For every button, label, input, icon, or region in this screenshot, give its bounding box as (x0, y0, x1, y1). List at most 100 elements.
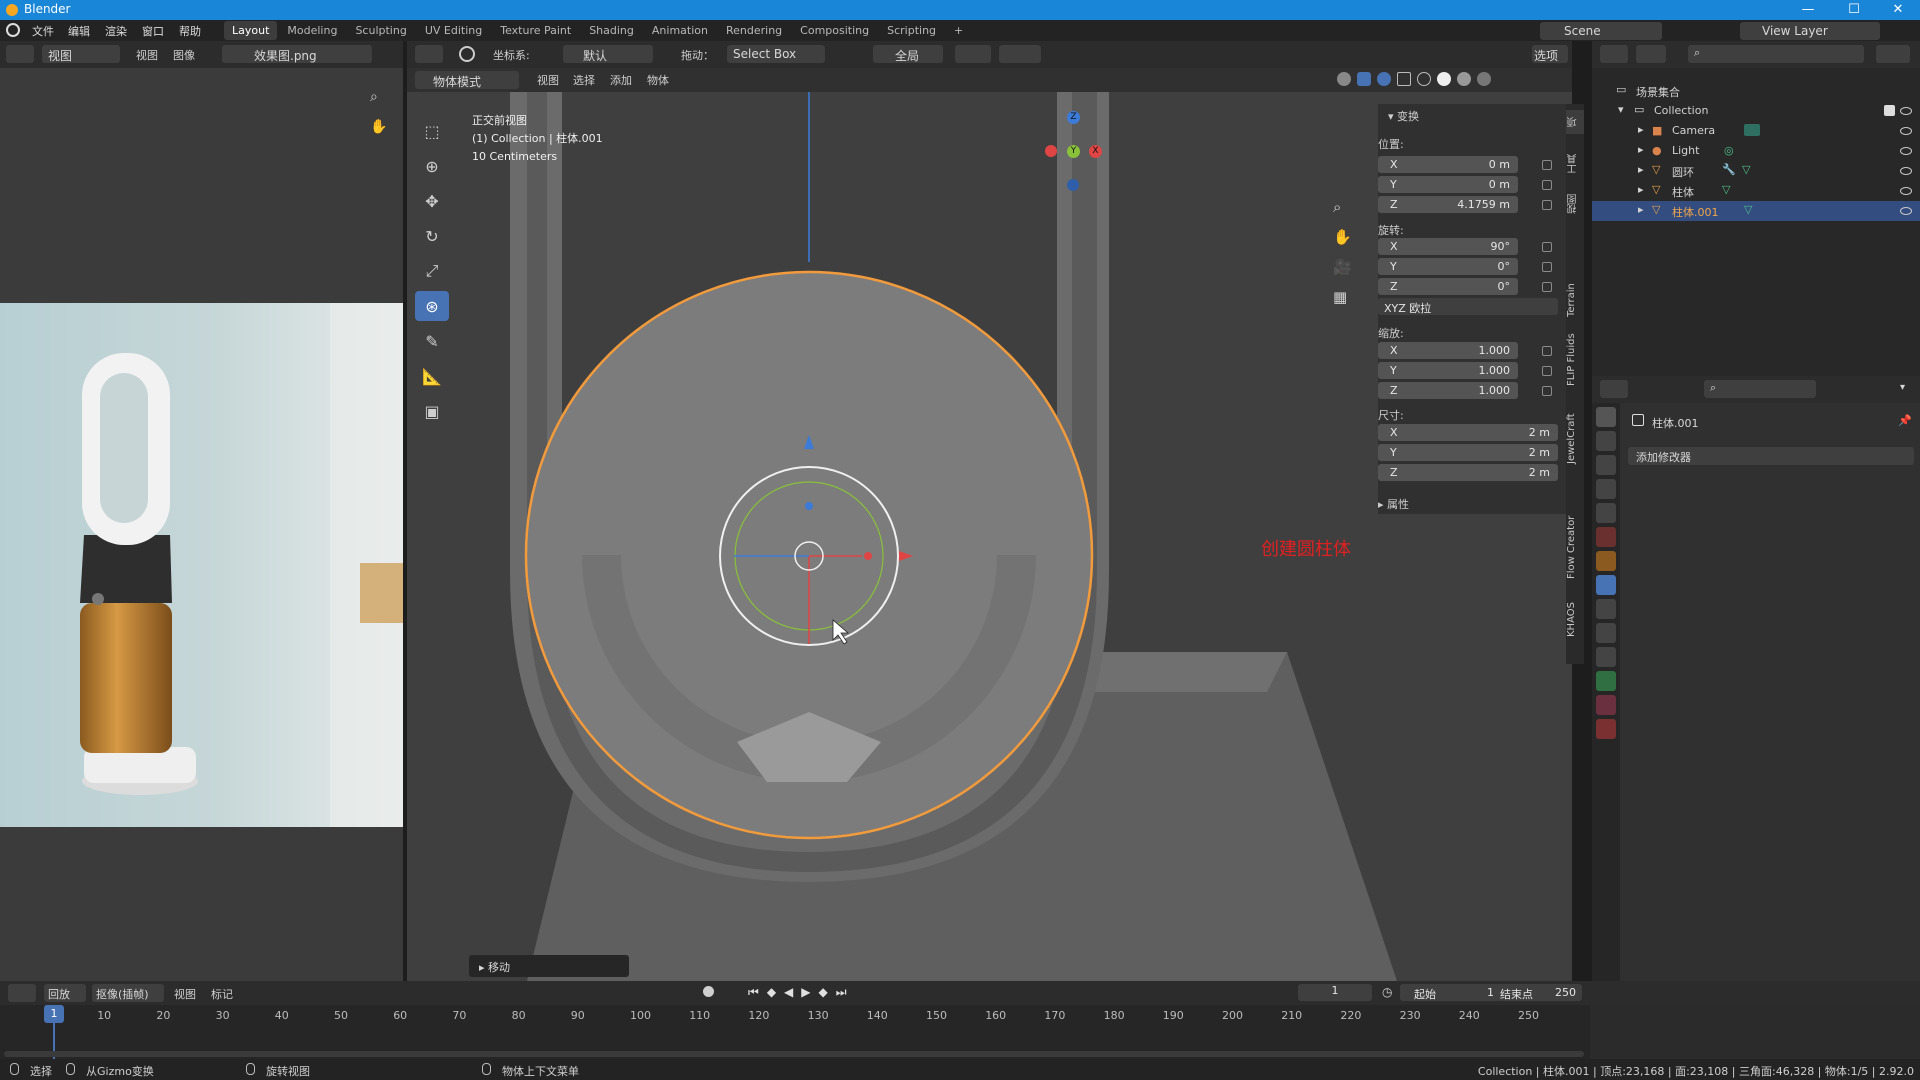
scale-y-field[interactable]: Y 1.000 (1378, 362, 1518, 379)
keying-menu[interactable]: 抠像(插帧) (92, 984, 164, 1002)
rotation-y-field[interactable]: Y 0° (1378, 258, 1518, 275)
tab-texture-paint[interactable]: Texture Paint (492, 21, 579, 40)
minimize-button[interactable]: — (1786, 0, 1830, 20)
outliner-item-light[interactable]: ▸ ● Light ◎ (1592, 141, 1920, 161)
menu-edit[interactable]: 编辑 (68, 23, 90, 39)
menu-help[interactable]: 帮助 (179, 23, 201, 39)
tab-uv-editing[interactable]: UV Editing (417, 21, 490, 40)
menu-marker[interactable]: 标记 (211, 986, 233, 1002)
scale-tool-icon[interactable]: ⤢ (415, 256, 449, 286)
output-tab-icon[interactable] (1596, 455, 1616, 475)
editor-type-menu[interactable] (1600, 45, 1628, 63)
texture-tab-icon[interactable] (1596, 719, 1616, 739)
tab-sculpting[interactable]: Sculpting (347, 21, 414, 40)
lock-icon[interactable] (1542, 366, 1552, 376)
xray-icon[interactable] (1397, 72, 1411, 86)
physics-tab-icon[interactable] (1596, 623, 1616, 643)
eye-icon[interactable] (1900, 207, 1912, 215)
editor-type-menu[interactable] (6, 45, 34, 63)
ortho-grid-icon[interactable]: ▦ (1333, 288, 1355, 306)
transform-section-header[interactable]: ▾ 变换 (1388, 108, 1419, 124)
world-tab-icon[interactable] (1596, 527, 1616, 547)
pan-hand-icon[interactable]: ✋ (370, 119, 390, 139)
outliner-item-cylinder-001[interactable]: ▸ ▽ 柱体.001 ▽ (1592, 201, 1920, 221)
properties-search-field[interactable]: ⌕ (1704, 380, 1816, 398)
gizmo-toggle-icon[interactable] (1357, 72, 1371, 86)
object-tab-icon[interactable] (1596, 551, 1616, 571)
jump-end-icon[interactable]: ⏭ (836, 985, 847, 1000)
zoom-icon[interactable]: ⌕ (1333, 198, 1355, 216)
sidebar-tab-terrain[interactable]: Terrain (1566, 280, 1584, 320)
filter-menu[interactable] (1876, 45, 1910, 63)
location-z-field[interactable]: Z 4.1759 m (1378, 196, 1518, 213)
eye-icon[interactable] (1900, 187, 1912, 195)
dimension-y-field[interactable]: Y 2 m (1378, 444, 1558, 461)
close-button[interactable]: ✕ (1876, 0, 1920, 20)
menu-image[interactable]: 图像 (173, 47, 195, 63)
eye-icon[interactable] (1900, 107, 1912, 115)
location-y-field[interactable]: Y 0 m (1378, 176, 1518, 193)
rotation-mode-dropdown[interactable]: XYZ 欧拉 (1378, 298, 1558, 315)
neg-x-axis-icon[interactable] (1045, 145, 1057, 157)
display-mode-menu[interactable] (1636, 45, 1666, 63)
timeline-scrollbar[interactable] (4, 1051, 1584, 1057)
modifier-tab-icon[interactable] (1596, 575, 1616, 595)
dimension-x-field[interactable]: X 2 m (1378, 424, 1558, 441)
dimension-z-field[interactable]: Z 2 m (1378, 464, 1558, 481)
record-icon[interactable] (703, 986, 714, 997)
menu-view[interactable]: 视图 (174, 986, 196, 1002)
chevron-down-icon[interactable]: ▾ (1618, 103, 1624, 116)
particles-tab-icon[interactable] (1596, 599, 1616, 619)
pin-icon[interactable]: 📌 (1898, 414, 1912, 427)
z-axis-icon[interactable]: Z (1067, 111, 1080, 124)
tab-shading[interactable]: Shading (581, 21, 642, 40)
lock-icon[interactable] (1542, 160, 1552, 170)
next-keyframe-icon[interactable]: ◆ (819, 985, 828, 1000)
cursor-tool-icon[interactable]: ⊕ (415, 151, 449, 181)
prev-keyframe-icon[interactable]: ◆ (767, 985, 776, 1000)
view-layer-selector[interactable]: View Layer (1740, 22, 1880, 40)
editor-type-menu[interactable] (415, 45, 443, 63)
current-frame-field[interactable]: 1 (1298, 984, 1372, 1001)
material-tab-icon[interactable] (1596, 695, 1616, 715)
render-tab-icon[interactable] (1596, 431, 1616, 451)
sidebar-tab-flow-creator[interactable]: Flow Creator (1566, 512, 1584, 582)
transform-tool-icon[interactable]: ⊛ (415, 291, 449, 321)
pan-hand-icon[interactable]: ✋ (1333, 228, 1355, 246)
chevron-right-icon[interactable]: ▸ (1638, 203, 1644, 216)
annotate-tool-icon[interactable]: ✎ (415, 326, 449, 356)
menu-add[interactable]: 添加 (610, 72, 632, 88)
outliner-root-row[interactable]: ▭ 场景集合 (1592, 81, 1920, 101)
pivot-dropdown[interactable]: 全局 (873, 45, 943, 63)
menu-render[interactable]: 渲染 (105, 23, 127, 39)
last-operator-panel[interactable]: ▸ 移动 (469, 955, 629, 977)
collection-row[interactable]: ▾ ▭ Collection (1592, 101, 1920, 121)
play-reverse-icon[interactable]: ◀ (784, 985, 793, 1000)
data-tab-icon[interactable] (1596, 671, 1616, 691)
rotate-tool-icon[interactable]: ↻ (415, 221, 449, 251)
menu-file[interactable]: 文件 (32, 23, 54, 39)
clock-icon[interactable]: ◷ (1382, 985, 1392, 999)
end-frame-field[interactable]: 结束点 250 (1496, 984, 1582, 1001)
sidebar-tab-khaos[interactable]: KHAOS (1566, 598, 1584, 642)
sidebar-tab-jewelcraft[interactable]: JewelCraft (1566, 410, 1584, 468)
scale-z-field[interactable]: Z 1.000 (1378, 382, 1518, 399)
tab-layout[interactable]: Layout (224, 21, 278, 40)
options-dropdown[interactable]: 选项 (1532, 45, 1568, 63)
menu-select[interactable]: 选择 (573, 72, 595, 88)
jump-start-icon[interactable]: ⏮ (748, 985, 759, 1000)
sidebar-tab-flip-fluids[interactable]: FLIP Fluids (1566, 330, 1584, 390)
view-mode-dropdown[interactable]: 视图 (42, 45, 120, 63)
move-tool-icon[interactable]: ✥ (415, 186, 449, 216)
chevron-down-icon[interactable]: ▾ (1900, 382, 1905, 393)
snap-menu[interactable] (955, 45, 991, 63)
sidebar-tab-view[interactable]: 视图 (1566, 192, 1584, 216)
eye-icon[interactable] (1900, 167, 1912, 175)
scale-x-field[interactable]: X 1.000 (1378, 342, 1518, 359)
properties-section-header[interactable]: ▸ 属性 (1378, 496, 1409, 512)
lock-icon[interactable] (1542, 242, 1552, 252)
view-layer-tab-icon[interactable] (1596, 479, 1616, 499)
chevron-right-icon[interactable]: ▸ (1638, 183, 1644, 196)
coord-system-dropdown[interactable]: 默认 (563, 45, 653, 63)
outliner-search-field[interactable]: ⌕ (1688, 45, 1864, 63)
